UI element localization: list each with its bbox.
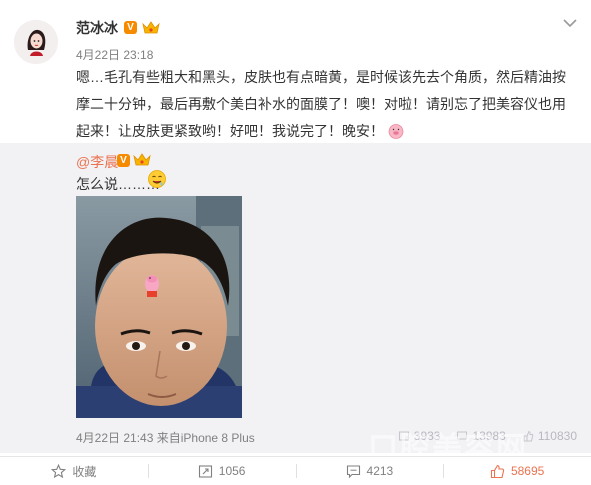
favorite-button[interactable]: 收藏: [0, 457, 148, 485]
vip-verified-icon: V: [124, 21, 137, 34]
repost-stat-reposts[interactable]: 3933: [398, 429, 441, 443]
repost-button[interactable]: 1056: [147, 457, 296, 485]
repost-crown-icon: [133, 152, 151, 167]
repost-stats: 3933 13983 110830: [398, 429, 577, 443]
post-text: 嗯…毛孔有些粗大和黑头，皮肤也有点暗黄，是时候该先去个角质，然后精油按摩二十分钟…: [76, 64, 576, 145]
action-bar: 收藏 1056 4213 58695: [0, 456, 591, 485]
favorite-label: 收藏: [72, 464, 97, 479]
repost-icon: [198, 464, 212, 478]
repost-stat-comments-count: 13983: [472, 429, 506, 443]
repost-stat-reposts-count: 3933: [413, 429, 441, 443]
star-icon: [51, 463, 67, 478]
repost-stat-comments[interactable]: 13983: [456, 429, 506, 443]
repost-count: 1056: [218, 464, 246, 478]
repost-stat-likes-count: 110830: [537, 429, 577, 443]
author-avatar[interactable]: [14, 20, 58, 64]
post-timestamp[interactable]: 4月22日 23:18: [76, 46, 153, 63]
post-text-content: 嗯…毛孔有些粗大和黑头，皮肤也有点暗黄，是时候该先去个角质，然后精油按摩二十分钟…: [76, 69, 566, 139]
crown-icon: [142, 20, 160, 35]
repost-author[interactable]: @李晨: [76, 152, 118, 172]
like-button[interactable]: 58695: [443, 457, 591, 485]
weibo-post-card: 范冰冰 V 4月22日 23:18 嗯…毛孔有些粗大和黑头，皮肤也有点暗黄，是时…: [0, 0, 591, 484]
repost-vip-icon: V: [117, 154, 130, 167]
repost-meta[interactable]: 4月22日 21:43 来自iPhone 8 Plus: [76, 429, 255, 446]
repost-block: @李晨 V 怎么说……… 4月22日 21:43 来自iPhone 8 Plus…: [0, 143, 591, 465]
like-icon: [490, 464, 505, 478]
pig-emoji-icon: [388, 121, 404, 139]
more-chevron-icon[interactable]: [562, 16, 578, 30]
comment-button[interactable]: 4213: [295, 457, 444, 485]
repost-stat-likes[interactable]: 110830: [522, 429, 577, 443]
author-name[interactable]: 范冰冰: [76, 18, 118, 38]
comment-count: 4213: [366, 464, 394, 478]
repost-photo[interactable]: [76, 196, 242, 418]
like-count: 58695: [510, 464, 545, 478]
drooling-face-icon: [147, 169, 167, 189]
comment-icon: [346, 464, 360, 478]
